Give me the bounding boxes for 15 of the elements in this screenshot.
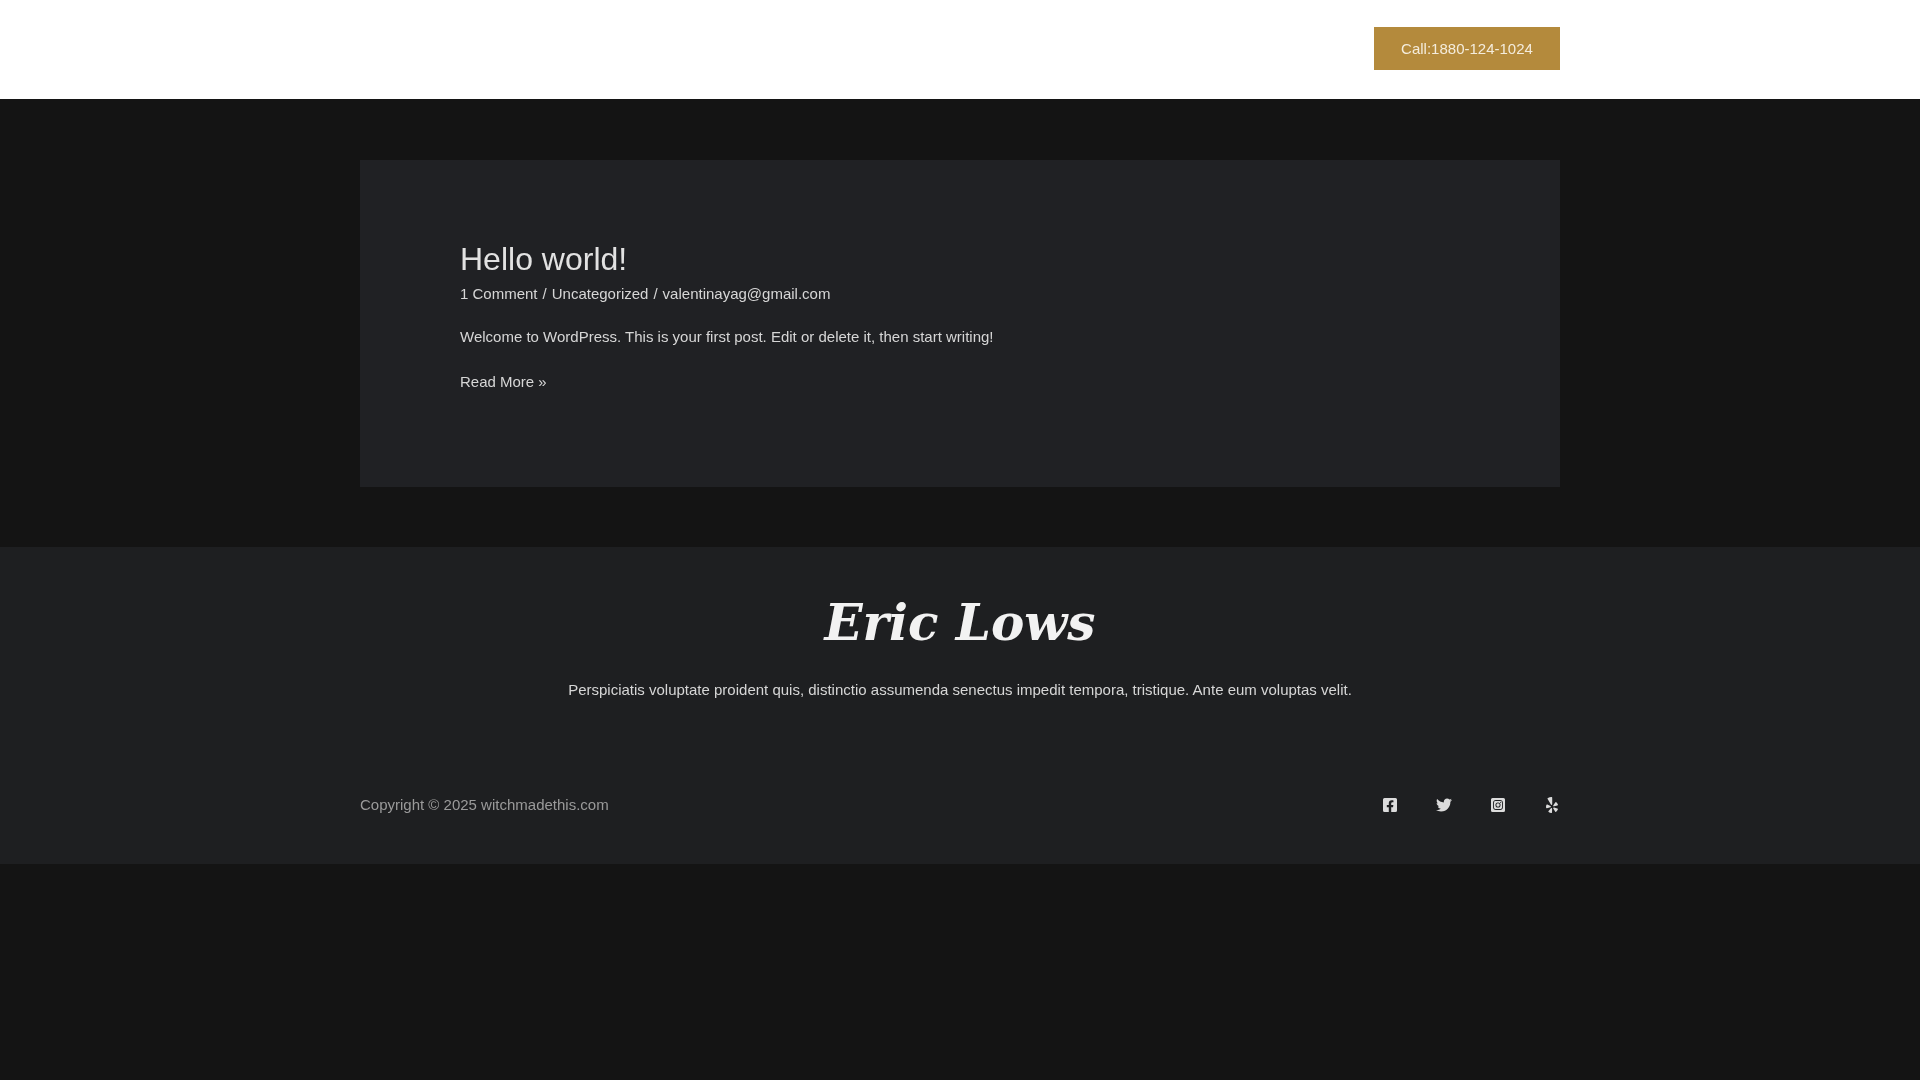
meta-separator: / <box>653 285 658 303</box>
facebook-icon[interactable] <box>1382 796 1398 813</box>
meta-link[interactable]: 1 Comment <box>460 285 538 303</box>
meta-link[interactable]: Uncategorized <box>551 285 649 303</box>
meta-separator: / <box>542 285 547 303</box>
read-more-link[interactable]: Read More » <box>460 373 547 391</box>
instagram-icon[interactable] <box>1490 796 1506 813</box>
footer-tagline: Perspiciatis voluptate proident quis, distinctio assumenda senectus impedit tempora, tristique. Ante eum voluptas velit. <box>568 681 1352 698</box>
copyright-text: Copyright © 2025 witchmadethis.com <box>360 796 609 813</box>
twitter-icon[interactable] <box>1436 796 1452 813</box>
post-title[interactable]: Hello world! <box>460 240 1460 279</box>
meta-link[interactable]: valentinayag@gmail.com <box>662 285 831 303</box>
footer-logo: Eric Lows <box>824 593 1096 653</box>
yelp-icon[interactable] <box>1544 796 1560 813</box>
post-excerpt: Welcome to WordPress. This is your first post. Edit or delete it, then start writing! <box>460 328 995 346</box>
